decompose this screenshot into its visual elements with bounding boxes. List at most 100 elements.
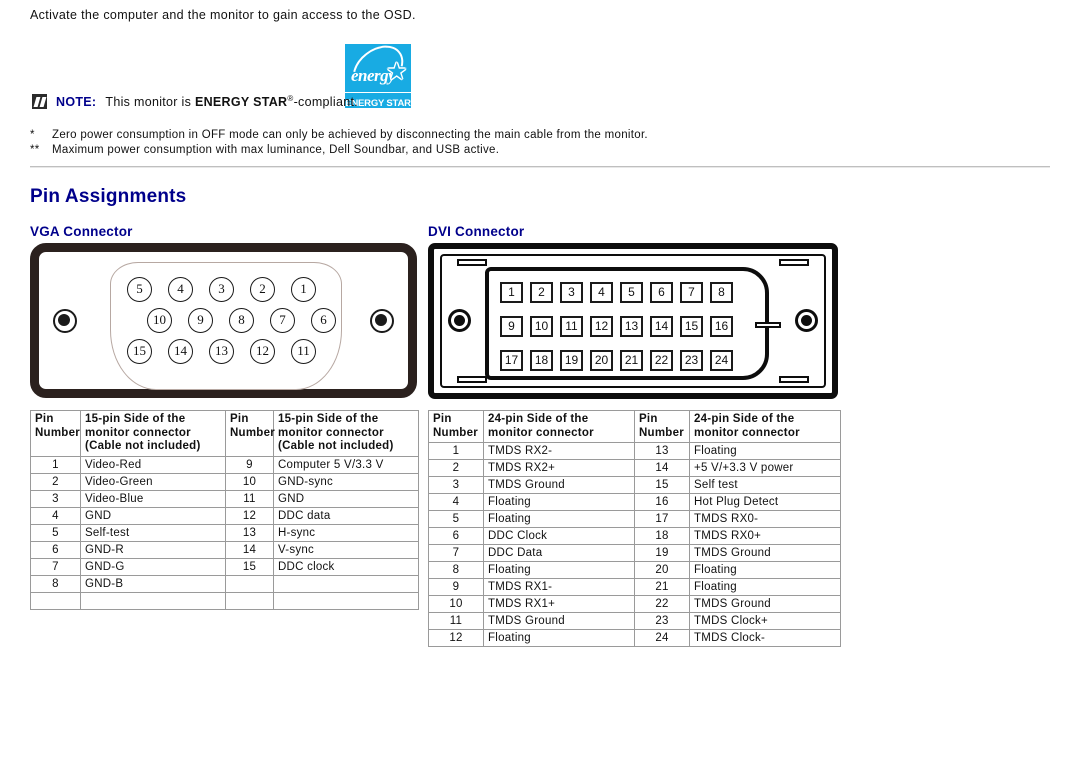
header-line: Pin [639,413,658,425]
cell-signal: Floating [689,561,841,579]
cell-pin-number: 4 [428,493,484,511]
dvi-pin: 3 [560,282,583,303]
header-line: Number [230,426,275,439]
header-line: monitor connector [488,426,594,439]
vga-connector-diagram: 5 4 3 2 1 10 9 8 7 6 15 14 13 12 11 [30,243,417,398]
footnote-row: ** Maximum power consumption with max lu… [30,143,648,158]
vga-pin: 1 [291,277,316,302]
dvi-pin: 21 [620,350,643,371]
table-row: 9 TMDS RX1- 21 Floating [428,578,841,596]
cell-signal: DDC Clock [483,527,635,545]
cell-pin-number: 6 [428,527,484,545]
cell-signal: GND-B [80,574,226,593]
header-line: monitor connector [694,426,800,439]
cell-signal: DDC clock [273,557,419,576]
cell-signal: H-sync [273,523,419,542]
table-row: 4 Floating 16 Hot Plug Detect [428,493,841,511]
dvi-pin: 24 [710,350,733,371]
dvi-pin: 23 [680,350,703,371]
vga-section-title: VGA Connector [30,224,133,239]
table-row: 5 Floating 17 TMDS RX0- [428,510,841,528]
dvi-section-title: DVI Connector [428,224,525,239]
cell-signal: TMDS Clock+ [689,612,841,630]
footnote-mark: * [30,129,35,141]
col-header-pin-number: Pin Number [634,410,690,443]
cell-signal: Floating [483,510,635,528]
cell-signal [273,574,419,593]
note-label: NOTE: [56,94,97,109]
cell-signal: Video-Blue [80,489,226,508]
header-line: Pin [35,413,54,425]
dvi-pin: 13 [620,316,643,337]
col-header-signal: 24-pin Side of the monitor connector [689,410,841,443]
table-row: 2 TMDS RX2+ 14 +5 V/+3.3 V power [428,459,841,477]
dvi-screw-hole-left-icon [448,309,471,332]
note-text: This monitor is ENERGY STAR®-compliant. [105,94,358,109]
section-divider [30,166,1050,168]
col-header-signal: 24-pin Side of the monitor connector [483,410,635,443]
dvi-pin: 4 [590,282,613,303]
vga-pin: 7 [270,308,295,333]
table-row: 8 Floating 20 Floating [428,561,841,579]
cell-pin-number: 2 [30,472,81,491]
col-header-pin-number: Pin Number [225,410,275,457]
cell-pin-number: 8 [428,561,484,579]
cell-signal: TMDS RX1+ [483,595,635,613]
col-header-signal: 15-pin Side of the monitor connector (Ca… [273,410,419,457]
dvi-pin: 9 [500,316,523,337]
cell-pin-number: 15 [225,557,274,576]
dvi-pin: 16 [710,316,733,337]
cell-signal: TMDS RX0- [689,510,841,528]
energy-star-logo-top: energy ★ [345,44,411,92]
cell-pin-number: 11 [428,612,484,630]
col-header-signal: 15-pin Side of the monitor connector (Ca… [80,410,226,457]
cell-pin-number: 9 [428,578,484,596]
dvi-pin: 6 [650,282,673,303]
cell-pin-number: 12 [225,506,274,525]
table-row [30,591,419,610]
footnote-text: Maximum power consumption with max lumin… [52,144,500,156]
dvi-pin: 5 [620,282,643,303]
cell-signal: Floating [483,493,635,511]
cell-signal: GND [273,489,419,508]
dvi-flat-blade-slot-icon [755,322,781,328]
cell-signal: GND-R [80,540,226,559]
vga-pin: 14 [168,339,193,364]
intro-text: Activate the computer and the monitor to… [30,8,416,22]
cell-pin-number: 10 [428,595,484,613]
table-row: 6 DDC Clock 18 TMDS RX0+ [428,527,841,545]
cell-signal: TMDS Ground [689,544,841,562]
cell-signal [273,591,419,610]
vga-pin: 10 [147,308,172,333]
note-pencil-icon [32,94,47,110]
header-line: Pin [433,413,452,425]
vga-screw-hole-right-icon [370,309,394,333]
footnotes: * Zero power consumption in OFF mode can… [30,128,648,158]
cell-signal: GND-G [80,557,226,576]
dvi-pin: 19 [560,350,583,371]
cell-pin-number: 15 [634,476,690,494]
cell-pin-number: 22 [634,595,690,613]
header-line: 15-pin Side of the [85,413,186,425]
cell-signal: Self-test [80,523,226,542]
table-header-row: Pin Number 15-pin Side of the monitor co… [30,410,419,457]
cell-pin-number: 1 [428,442,484,460]
cell-pin-number: 13 [634,442,690,460]
table-row: 11 TMDS Ground 23 TMDS Clock+ [428,612,841,630]
vga-pin: 5 [127,277,152,302]
header-line: Number [35,426,80,439]
cell-pin-number: 12 [428,629,484,647]
cell-pin-number: 2 [428,459,484,477]
star-icon: ★ [386,58,407,84]
cell-pin-number: 20 [634,561,690,579]
cell-pin-number: 4 [30,506,81,525]
dvi-retention-tab-icon [779,259,809,266]
table-row: 2 Video-Green 10 GND-sync [30,472,419,491]
vga-pin: 9 [188,308,213,333]
cell-signal: TMDS Ground [483,612,635,630]
cell-signal [80,591,226,610]
cell-pin-number: 3 [30,489,81,508]
header-line: monitor connector [278,426,384,439]
dvi-pin: 15 [680,316,703,337]
note-text-before: This monitor is [105,95,195,110]
